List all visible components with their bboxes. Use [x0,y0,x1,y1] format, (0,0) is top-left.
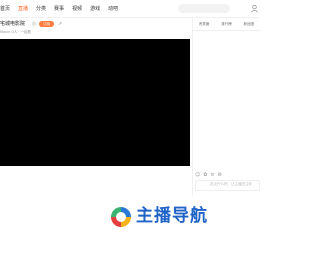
tab-fans[interactable]: 粉丝团 [244,21,255,27]
bullet-icon[interactable]: ≡ [210,172,214,178]
video-player[interactable] [0,39,190,166]
main-nav: 首页 直播 分类 赛事 视频 游戏 动吧 [0,5,126,13]
user-icon[interactable] [250,4,259,13]
divider [193,30,260,31]
nav-item-category[interactable]: 分类 [36,5,46,13]
nav-item-live[interactable]: 直播 [18,5,28,13]
tab-vip[interactable]: 贵宾席 [199,21,210,27]
top-navbar: 首页 直播 分类 赛事 视频 游戏 动吧 [0,0,259,18]
share-icon[interactable]: ⇗ [58,21,62,28]
site-logo[interactable]: 主播导航 [108,204,220,230]
nav-item-events[interactable]: 赛事 [54,5,64,13]
emoji-icon[interactable]: ☺ [195,172,200,178]
settings-icon[interactable]: ⚙ [218,172,222,178]
nav-item-dongba[interactable]: 动吧 [108,5,118,13]
nav-item-games[interactable]: 游戏 [90,5,100,13]
chat-panel: 贵宾席 排行榜 粉丝团 ☺ ✿ ≡ ⚙ 说点什么吧，让主播关注你 [192,18,260,196]
room-title: 宅城电影院 [0,21,26,27]
logo-text: 主播导航 [136,206,208,226]
chat-tabs: 贵宾席 排行榜 粉丝团 [193,21,260,27]
verified-icon: ◎ [32,21,37,27]
search-input[interactable] [178,4,230,13]
gift-icon[interactable]: ✿ [203,172,207,178]
follow-button[interactable]: 订阅 [39,21,54,27]
room-info: 宅城电影院 ◎ 订阅 ⇗ Movie 0人 · 一起看 [0,18,192,40]
nav-item-video[interactable]: 视频 [72,5,82,13]
chat-input-placeholder: 说点什么吧，让主播关注你 [210,182,252,186]
tab-ranking[interactable]: 排行榜 [221,21,232,27]
logo-icon [111,207,131,227]
nav-item-home[interactable]: 首页 [0,5,10,13]
room-meta: Movie 0人 · 一起看 [0,30,32,34]
chat-toolbar: ☺ ✿ ≡ ⚙ [195,172,222,178]
